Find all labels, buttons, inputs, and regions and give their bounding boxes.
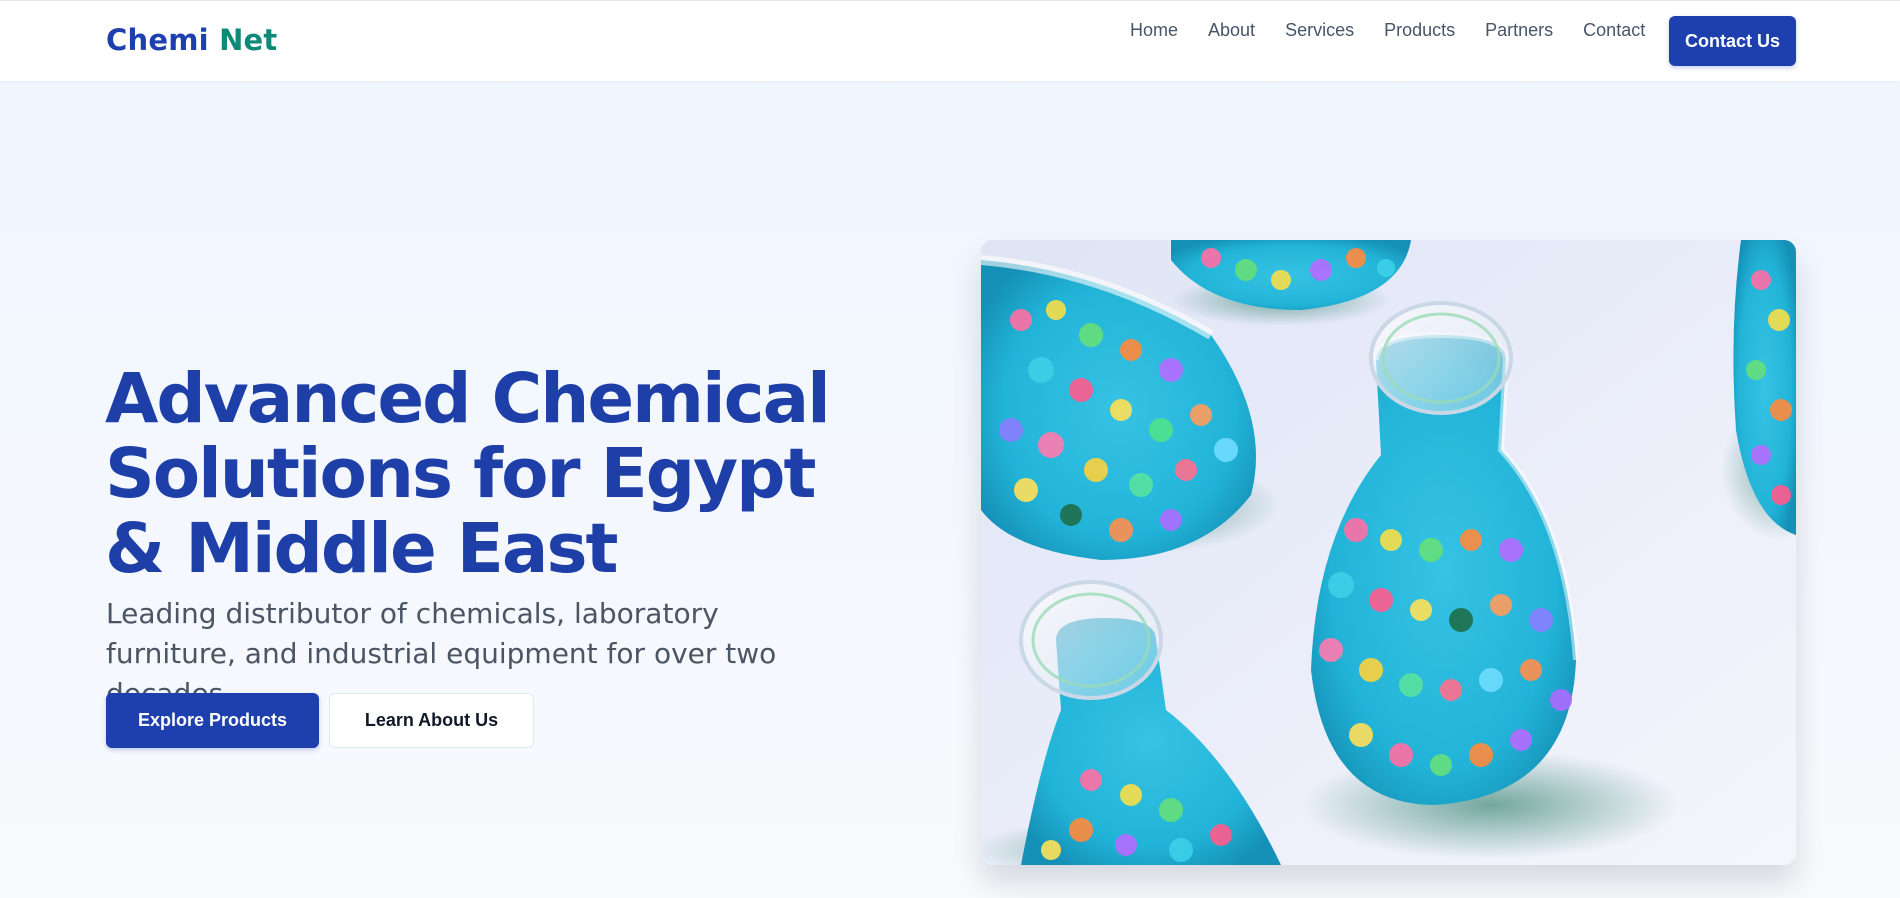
learn-about-us-button[interactable]: Learn About Us [329, 693, 534, 748]
nav-link-contact[interactable]: Contact [1583, 19, 1645, 41]
nav-link-products[interactable]: Products [1384, 19, 1455, 41]
hero-title: Advanced Chemical Solutions for Egypt & … [105, 359, 831, 589]
explore-products-button[interactable]: Explore Products [106, 693, 319, 748]
main-nav: Home About Services Products Partners Co… [1130, 19, 1645, 41]
logo-text-chemi: Chemi [106, 23, 209, 57]
site-header: Chemi Net Home About Services Products P… [0, 0, 1900, 81]
nav-link-partners[interactable]: Partners [1485, 19, 1553, 41]
nav-link-services[interactable]: Services [1285, 19, 1354, 41]
hero-image-flasks [981, 240, 1796, 865]
nav-link-home[interactable]: Home [1130, 19, 1178, 41]
logo-text-net: Net [219, 23, 278, 57]
contact-us-button[interactable]: Contact Us [1669, 16, 1796, 66]
nav-link-about[interactable]: About [1208, 19, 1255, 41]
flasks-illustration [981, 240, 1796, 865]
site-logo[interactable]: Chemi Net [106, 23, 277, 57]
